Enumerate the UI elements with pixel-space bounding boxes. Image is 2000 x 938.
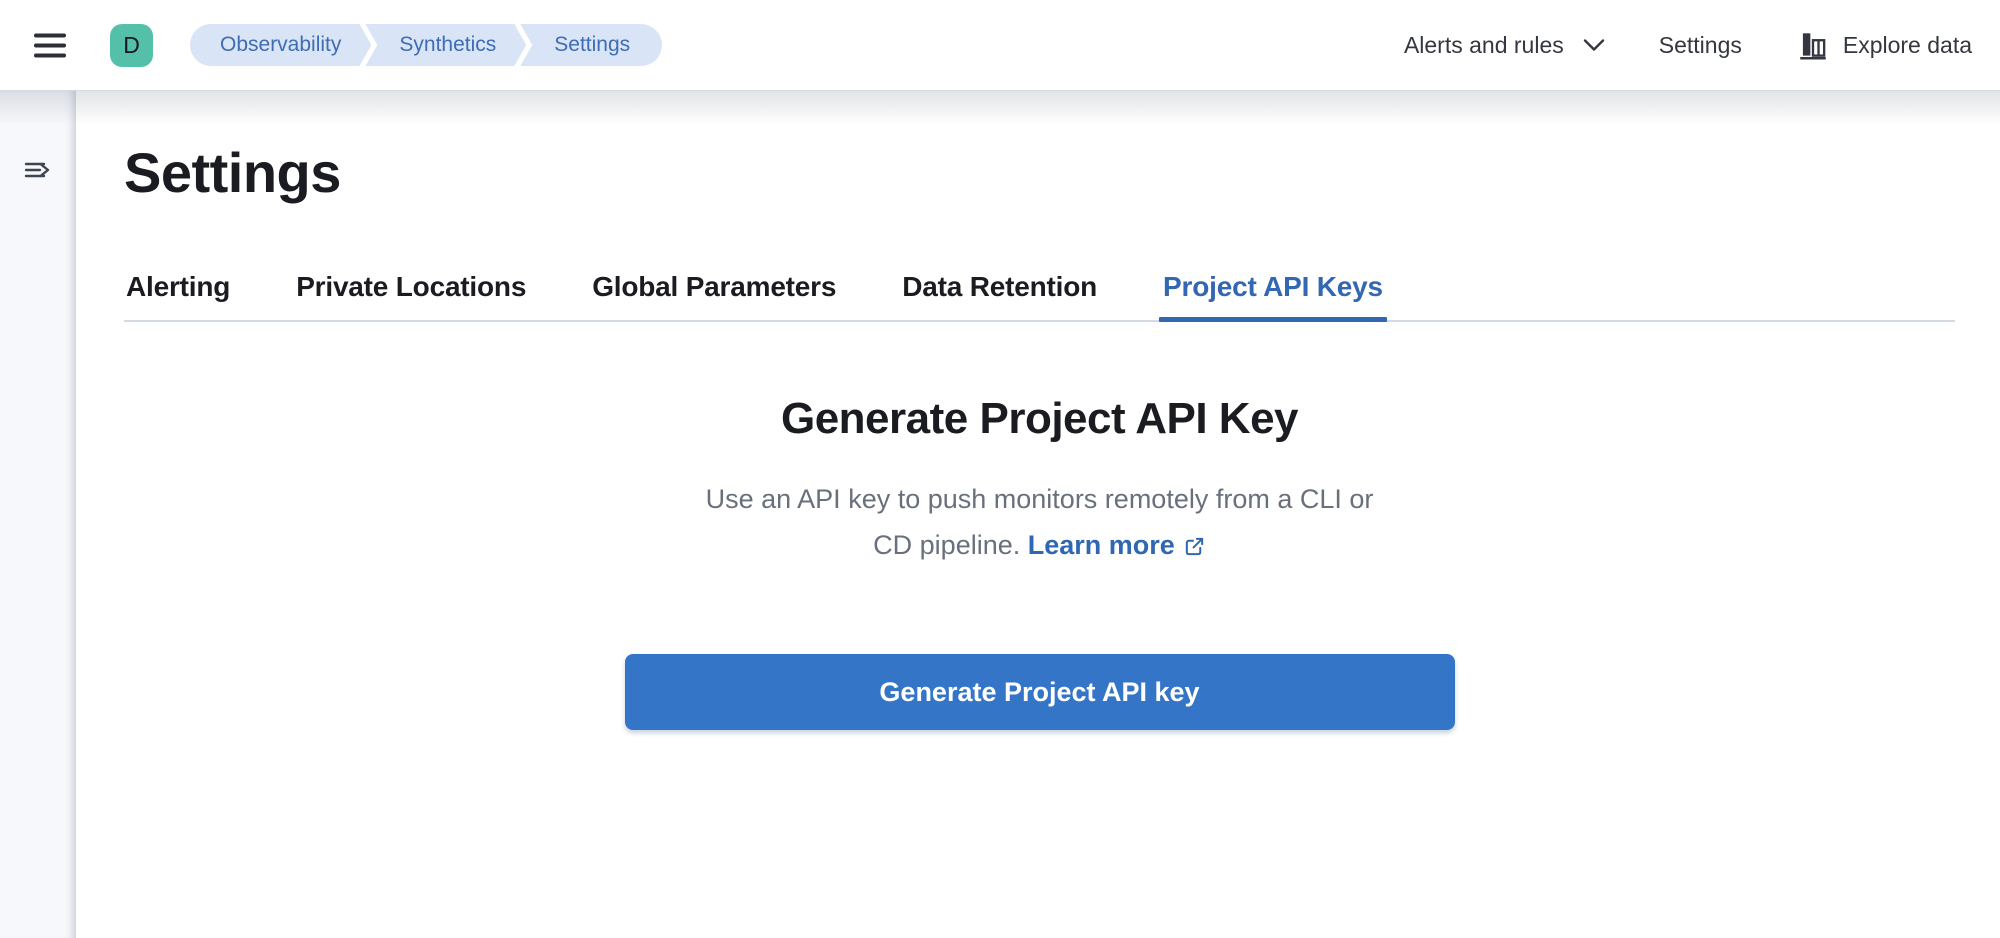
explore-data-link[interactable]: Explore data (1796, 28, 1972, 62)
menu-button[interactable] (30, 25, 70, 65)
generate-api-key-button[interactable]: Generate Project API key (625, 654, 1455, 730)
learn-more-label: Learn more (1028, 522, 1175, 568)
generate-api-key-panel: Generate Project API Key Use an API key … (124, 394, 1955, 730)
external-link-icon (1183, 534, 1206, 557)
page-title: Settings (124, 141, 1955, 205)
settings-link-label: Settings (1659, 32, 1742, 59)
tab-project-api-keys[interactable]: Project API Keys (1161, 271, 1385, 320)
panel-description: Use an API key to push monitors remotely… (124, 476, 1955, 568)
settings-link[interactable]: Settings (1659, 32, 1742, 59)
tab-alerting[interactable]: Alerting (124, 271, 232, 320)
breadcrumb-observability[interactable]: Observability (190, 24, 371, 66)
tab-private-locations[interactable]: Private Locations (294, 271, 528, 320)
collapsed-sidebar (0, 91, 76, 938)
avatar[interactable]: D (110, 24, 153, 67)
settings-tabs: Alerting Private Locations Global Parame… (124, 271, 1955, 322)
description-line-1: Use an API key to push monitors remotely… (706, 484, 1374, 514)
main-content: Settings Alerting Private Locations Glob… (76, 91, 2000, 938)
expand-sidebar-button[interactable] (17, 149, 59, 191)
chevron-down-icon (1583, 38, 1605, 52)
tab-global-parameters[interactable]: Global Parameters (590, 271, 838, 320)
breadcrumb: Observability Synthetics Settings (190, 24, 662, 66)
description-line-2: CD pipeline. (873, 530, 1020, 560)
top-header: D Observability Synthetics Settings Aler… (0, 0, 2000, 91)
alerts-and-rules-button[interactable]: Alerts and rules (1404, 32, 1605, 59)
panel-heading: Generate Project API Key (124, 394, 1955, 444)
menu-right-icon (23, 155, 53, 185)
explore-data-label: Explore data (1843, 32, 1972, 59)
alerts-and-rules-label: Alerts and rules (1404, 32, 1564, 59)
hamburger-icon (34, 32, 66, 59)
bar-chart-icon (1796, 28, 1830, 62)
learn-more-link[interactable]: Learn more (1028, 522, 1206, 568)
breadcrumb-settings[interactable]: Settings (520, 24, 662, 66)
header-nav: Alerts and rules Settings Explore data (1404, 28, 1972, 62)
app-body: Settings Alerting Private Locations Glob… (0, 91, 2000, 938)
breadcrumb-synthetics[interactable]: Synthetics (365, 24, 526, 66)
tab-data-retention[interactable]: Data Retention (900, 271, 1099, 320)
